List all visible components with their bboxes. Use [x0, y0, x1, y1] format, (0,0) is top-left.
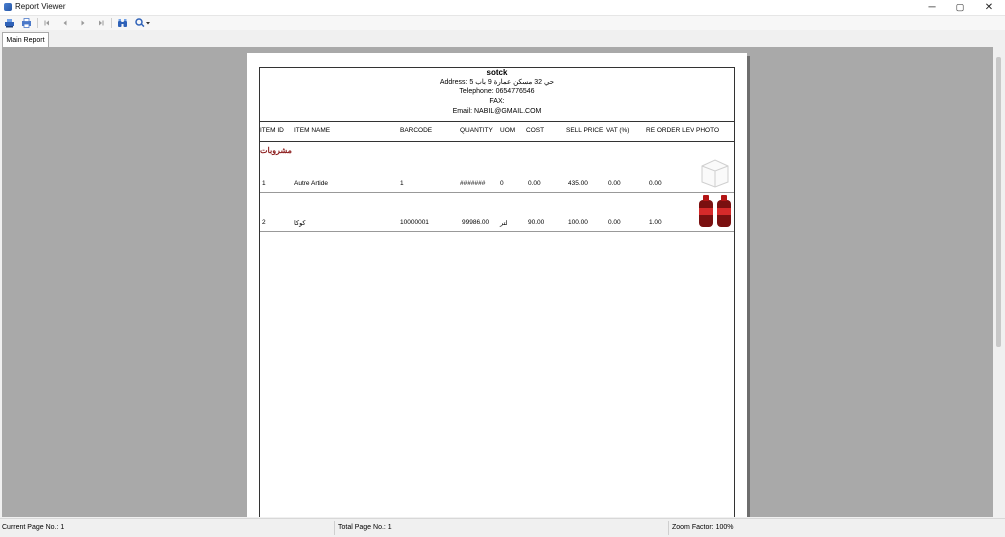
- report-frame: sotck Address: 5 حي 32 مسكن عمارة 9 باب …: [259, 67, 735, 517]
- current-page-status: Current Page No.: 1: [2, 524, 65, 531]
- placeholder-box-icon: [698, 156, 732, 190]
- zoom-icon: [135, 18, 145, 28]
- cola-bottles-image: [698, 194, 734, 230]
- row1-vat: 0.00: [608, 180, 621, 187]
- row1-item-id: 1: [262, 180, 266, 187]
- report-fax: FAX:: [489, 98, 505, 105]
- next-page-icon: [81, 20, 85, 26]
- column-header-item-name: ITEM NAME: [294, 127, 331, 134]
- previous-page-button[interactable]: [60, 17, 70, 29]
- minimize-button[interactable]: ─: [918, 0, 946, 14]
- row1-barcode: 1: [400, 180, 404, 187]
- column-header-item-id: ITEM ID: [260, 127, 284, 134]
- row2-cost: 90.00: [528, 219, 545, 226]
- column-header-divider: [260, 141, 734, 142]
- report-address: Address: 5 حي 32 مسكن عمارة 9 باب: [439, 79, 555, 86]
- row2-sell-price: 100.00: [568, 219, 588, 226]
- row1-quantity: #######: [460, 180, 486, 187]
- find-button[interactable]: [116, 17, 128, 29]
- column-header-cost: COST: [526, 127, 545, 134]
- row1-item-name: Autre Artide: [294, 180, 328, 187]
- row1-sell-price: 435.00: [568, 180, 588, 187]
- column-header-sell-price: SELL PRICE: [566, 127, 604, 134]
- header-divider: [260, 121, 734, 122]
- row1-uom: 0: [500, 180, 504, 187]
- report-email: Email: NABIL@GMAIL.COM: [452, 108, 542, 115]
- row-divider: [260, 231, 734, 232]
- print-button[interactable]: [20, 17, 32, 29]
- scrollbar-thumb[interactable]: [996, 57, 1001, 347]
- column-header-photo: PHOTO: [696, 127, 719, 134]
- row2-vat: 0.00: [608, 219, 621, 226]
- category-group-label: مشروبات: [260, 146, 292, 155]
- column-header-barcode: BARCODE: [400, 127, 433, 134]
- tab-main-report[interactable]: Main Report: [2, 32, 49, 47]
- toolbar: [0, 16, 1005, 30]
- report-page: sotck Address: 5 حي 32 مسكن عمارة 9 باب …: [247, 53, 747, 517]
- app-icon: [4, 3, 12, 11]
- toolbar-separator: [37, 18, 38, 28]
- report-title: sotck: [486, 68, 508, 77]
- first-page-button[interactable]: [42, 17, 52, 29]
- status-separator: [334, 521, 335, 535]
- next-page-button[interactable]: [78, 17, 88, 29]
- row2-item-id: 2: [262, 219, 266, 226]
- report-viewport[interactable]: sotck Address: 5 حي 32 مسكن عمارة 9 باب …: [2, 47, 993, 517]
- last-page-icon: [99, 20, 104, 26]
- zoom-dropdown-button[interactable]: [133, 17, 153, 29]
- window-title: Report Viewer: [15, 2, 66, 11]
- column-header-reorder-level: RE ORDER LEVI: [646, 127, 694, 134]
- first-page-icon: [44, 20, 49, 26]
- maximize-button[interactable]: ▢: [946, 0, 974, 14]
- row-divider: [260, 192, 734, 193]
- last-page-button[interactable]: [96, 17, 106, 29]
- print-icon: [21, 18, 31, 28]
- status-separator: [668, 521, 669, 535]
- toolbar-separator: [111, 18, 112, 28]
- row2-barcode: 10000001: [400, 219, 429, 226]
- previous-page-icon: [63, 20, 67, 26]
- zoom-factor-status: Zoom Factor: 100%: [672, 524, 734, 531]
- find-icon: [117, 19, 127, 27]
- row2-reorder-level: 1.00: [649, 219, 662, 226]
- column-header-uom: UOM: [500, 127, 516, 134]
- total-page-status: Total Page No.: 1: [338, 524, 392, 531]
- status-bar: Current Page No.: 1 Total Page No.: 1 Zo…: [0, 518, 1005, 537]
- print-setup-icon: [4, 19, 14, 28]
- close-button[interactable]: ✕: [975, 0, 1003, 14]
- row1-reorder-level: 0.00: [649, 180, 662, 187]
- print-setup-button[interactable]: [3, 17, 15, 29]
- column-header-quantity: QUANTITY: [460, 127, 493, 134]
- row2-quantity: 99986.00: [462, 219, 490, 226]
- row2-item-name: كوكا: [294, 220, 306, 227]
- row2-uom: لتر: [500, 220, 508, 227]
- vertical-scrollbar[interactable]: [993, 47, 1005, 517]
- column-header-vat: VAT (%): [606, 127, 630, 134]
- row1-cost: 0.00: [528, 180, 541, 187]
- title-bar: Report Viewer ─ ▢ ✕: [0, 0, 1005, 16]
- report-telephone: Telephone: 0654776546: [459, 88, 535, 95]
- chevron-down-icon: [146, 22, 150, 25]
